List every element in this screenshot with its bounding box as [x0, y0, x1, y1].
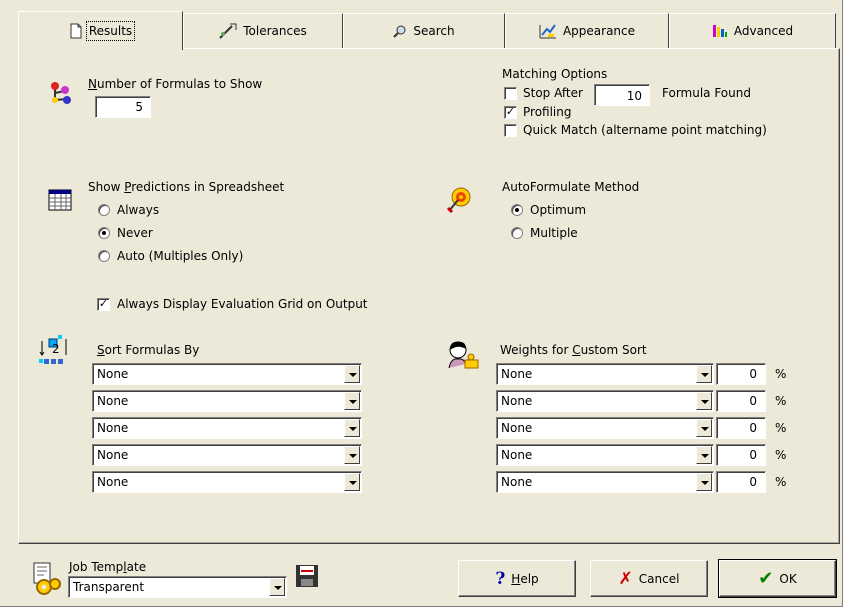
sort-combo-4[interactable]: None — [92, 444, 362, 466]
dropdown-arrow-icon[interactable] — [344, 365, 360, 383]
molecule-icon — [51, 82, 71, 104]
dropdown-arrow-icon[interactable] — [344, 392, 360, 410]
profiling-label: Profiling — [523, 105, 572, 119]
weights-combo-4[interactable]: None — [496, 444, 714, 466]
quick-match-label: Quick Match (altername point matching) — [523, 123, 767, 137]
person-weights-icon — [448, 341, 479, 369]
cancel-button[interactable]: ✗ Cancel — [590, 560, 708, 597]
tab-advanced-label: Advanced — [733, 24, 794, 38]
appearance-icon — [539, 24, 556, 39]
dropdown-arrow-icon[interactable] — [696, 365, 712, 383]
help-label: Help — [511, 571, 539, 586]
job-template-combo[interactable]: Transparent — [68, 576, 287, 598]
show-predictions-label: Show Predictions in Spreadsheet — [88, 180, 285, 194]
weights-label: Weights for Custom Sort — [500, 343, 647, 357]
ok-label: OK — [779, 571, 797, 586]
job-template-icon — [33, 562, 61, 595]
autoformulate-title: AutoFormulate Method — [502, 180, 640, 194]
dropdown-arrow-icon[interactable] — [696, 446, 712, 464]
profiling-checkbox[interactable]: ✓ — [504, 106, 517, 119]
dropdown-arrow-icon[interactable] — [696, 419, 712, 437]
stop-after-value: 10 — [626, 89, 642, 103]
cancel-label: Cancel — [638, 571, 680, 586]
tab-results-label: Results — [85, 21, 136, 41]
stop-after-field[interactable]: 10 — [594, 84, 650, 106]
formulas-to-show-label: Number of Formulas to Show — [88, 77, 263, 91]
sort-formulas-label: Sort Formulas By — [97, 343, 200, 357]
help-icon: ? — [495, 568, 506, 589]
sort-icon: 2 — [39, 335, 67, 364]
matching-options-title: Matching Options — [502, 67, 608, 81]
predictions-never-label: Never — [117, 226, 153, 240]
tab-tolerances-label: Tolerances — [243, 24, 307, 38]
sort-combo-2[interactable]: None — [92, 390, 362, 412]
percent-sign: % — [775, 367, 787, 381]
ok-button[interactable]: ✔ OK — [718, 559, 837, 598]
advanced-icon — [712, 25, 727, 37]
autoformulate-multiple-label: Multiple — [530, 226, 578, 240]
sort-combo-3[interactable]: None — [92, 417, 362, 439]
tab-appearance-label: Appearance — [562, 24, 636, 38]
autoformulate-optimum-radio[interactable] — [511, 204, 523, 216]
weights-pct-field-2[interactable]: 0 — [716, 390, 766, 412]
percent-sign: % — [775, 448, 787, 462]
eval-grid-label: Always Display Evaluation Grid on Output — [117, 297, 368, 311]
formulas-count-field[interactable]: 5 — [95, 96, 151, 118]
eval-grid-checkbox[interactable]: ✓ — [97, 298, 110, 311]
ok-check-icon: ✔ — [758, 568, 774, 589]
weights-combo-2[interactable]: None — [496, 390, 714, 412]
formula-found-label: Formula Found — [662, 86, 751, 100]
stop-after-checkbox[interactable] — [504, 87, 517, 100]
predictions-always-label: Always — [117, 203, 160, 217]
percent-sign: % — [775, 475, 787, 489]
dropdown-arrow-icon[interactable] — [344, 446, 360, 464]
predictions-auto-radio[interactable] — [98, 250, 110, 262]
dropdown-arrow-icon[interactable] — [696, 392, 712, 410]
weights-pct-field-5[interactable]: 0 — [716, 471, 766, 493]
tab-search-label: Search — [413, 24, 455, 38]
dialog-window: Results Tolerances Search Appearance Adv… — [0, 0, 843, 607]
weights-combo-3[interactable]: None — [496, 417, 714, 439]
percent-sign: % — [775, 394, 787, 408]
quick-match-checkbox[interactable] — [504, 124, 517, 137]
dropdown-arrow-icon[interactable] — [696, 473, 712, 491]
dropdown-arrow-icon[interactable] — [344, 419, 360, 437]
cancel-x-icon: ✗ — [618, 568, 633, 589]
svg-text:2: 2 — [52, 342, 60, 356]
stop-after-label: Stop After — [523, 86, 583, 100]
predictions-auto-label: Auto (Multiples Only) — [117, 249, 244, 263]
results-icon — [70, 23, 82, 39]
save-template-icon[interactable] — [295, 564, 319, 588]
tolerances-icon — [219, 23, 237, 39]
predictions-always-radio[interactable] — [98, 204, 110, 216]
tab-advanced[interactable]: Advanced — [669, 13, 836, 48]
autoformulate-optimum-label: Optimum — [530, 203, 587, 217]
tab-appearance[interactable]: Appearance — [505, 13, 669, 48]
weights-combo-5[interactable]: None — [496, 471, 714, 493]
spreadsheet-icon — [48, 189, 72, 211]
sort-combo-1[interactable]: None — [92, 363, 362, 385]
formulas-count-value: 5 — [135, 100, 143, 114]
weights-combo-1[interactable]: None — [496, 363, 714, 385]
weights-pct-field-4[interactable]: 0 — [716, 444, 766, 466]
job-template-label: Job Template — [69, 560, 147, 574]
tab-results[interactable]: Results — [18, 11, 183, 50]
predictions-never-radio[interactable] — [98, 227, 110, 239]
sort-combo-5[interactable]: None — [92, 471, 362, 493]
tab-tolerances[interactable]: Tolerances — [183, 13, 343, 48]
help-button[interactable]: ? Help — [458, 560, 576, 597]
tab-search[interactable]: Search — [343, 13, 505, 48]
search-icon — [393, 25, 406, 38]
percent-sign: % — [775, 421, 787, 435]
autoformulate-multiple-radio[interactable] — [511, 227, 523, 239]
target-dart-icon — [446, 187, 471, 214]
dropdown-arrow-icon[interactable] — [344, 473, 360, 491]
dropdown-arrow-icon[interactable] — [269, 578, 285, 596]
weights-pct-field-3[interactable]: 0 — [716, 417, 766, 439]
weights-pct-field-1[interactable]: 0 — [716, 363, 766, 385]
